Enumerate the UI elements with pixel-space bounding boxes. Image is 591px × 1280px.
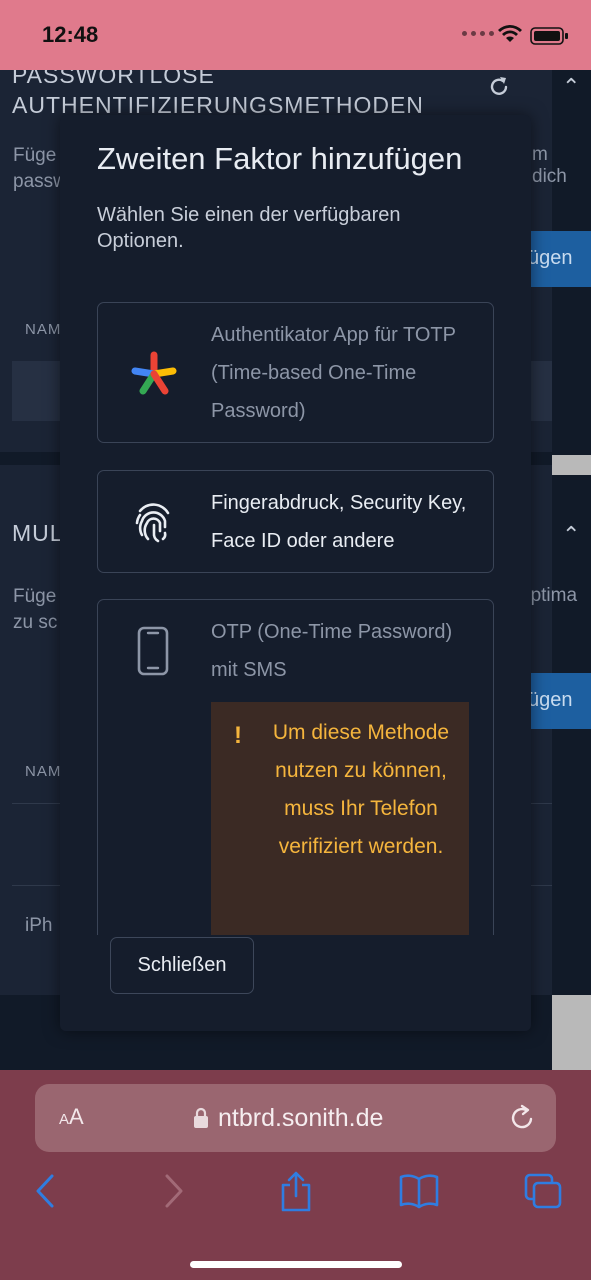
battery-icon — [530, 27, 568, 45]
option-authenticator-app[interactable]: Authentikator App für TOTP (Time-based O… — [97, 302, 494, 443]
add-mfa-button[interactable]: ügen — [528, 673, 591, 729]
signal-dots-icon — [462, 31, 494, 36]
bookmarks-icon[interactable] — [399, 1173, 439, 1209]
device-row-name: iPh — [25, 915, 53, 936]
authenticator-icon — [131, 351, 177, 395]
warning-icon: ! — [234, 722, 242, 749]
text-size-button[interactable]: AA — [59, 1104, 84, 1130]
chevron-up-icon[interactable]: ⌃ — [562, 74, 580, 100]
add-second-factor-dialog: Zweiten Faktor hinzufügen Wählen Sie ein… — [60, 115, 531, 1031]
back-icon[interactable] — [34, 1173, 56, 1209]
section-title: MUL — [12, 520, 64, 546]
column-header-name: NAM — [25, 763, 62, 780]
option-label: Fingerabdruck, Security Key, Face ID ode… — [211, 492, 467, 552]
wifi-icon — [498, 25, 522, 42]
browser-toolbar: AA ntbrd.sonith.de — [0, 1070, 591, 1280]
options-list[interactable]: Authentikator App für TOTP (Time-based O… — [60, 285, 531, 935]
dialog-title: Zweiten Faktor hinzufügen — [97, 141, 463, 176]
section-title-line1: PASSWORTLOSE — [12, 70, 215, 88]
section-desc-line2: passw — [13, 171, 67, 192]
phone-icon — [137, 626, 169, 676]
section-desc-line1: Füge — [13, 586, 57, 607]
chevron-up-icon[interactable]: ⌃ — [562, 522, 580, 548]
add-passwordless-button[interactable]: ügen — [528, 231, 591, 287]
close-button[interactable]: Schließen — [110, 937, 254, 994]
option-fingerprint[interactable]: Fingerabdruck, Security Key, Face ID ode… — [97, 470, 494, 573]
scroll-strip — [552, 995, 591, 1070]
column-header-name: NAM — [25, 321, 62, 338]
warning-text: Um diese Methode nutzen zu können, muss … — [272, 721, 450, 858]
section-desc-line2: zu sc — [13, 612, 58, 633]
status-time: 12:48 — [42, 22, 99, 47]
forward-icon[interactable] — [163, 1173, 185, 1209]
refresh-icon[interactable] — [487, 75, 511, 99]
option-sms-otp[interactable]: OTP (One-Time Password) mit SMS ! Um die… — [97, 599, 494, 935]
address-bar[interactable]: AA ntbrd.sonith.de — [35, 1084, 556, 1152]
fingerprint-icon — [135, 503, 170, 543]
section-desc-line1: Füge — [13, 145, 57, 166]
share-icon[interactable] — [279, 1170, 313, 1212]
option-label: OTP (One-Time Password) mit SMS — [211, 621, 453, 681]
dialog-subtitle: Wählen Sie einen der verfügbaren Optione… — [97, 204, 401, 252]
status-bar: 12:48 — [0, 0, 591, 70]
scroll-strip — [552, 455, 591, 475]
section-desc-right: m dich — [532, 144, 567, 187]
url-text[interactable]: ntbrd.sonith.de — [218, 1104, 383, 1133]
tabs-icon[interactable] — [524, 1173, 562, 1209]
phone-verification-warning: ! Um diese Methode nutzen zu können, mus… — [211, 702, 469, 935]
reload-icon[interactable] — [509, 1104, 535, 1132]
lock-icon — [194, 1107, 208, 1128]
option-label: Authentikator App für TOTP (Time-based O… — [211, 324, 456, 422]
home-indicator — [190, 1261, 402, 1268]
